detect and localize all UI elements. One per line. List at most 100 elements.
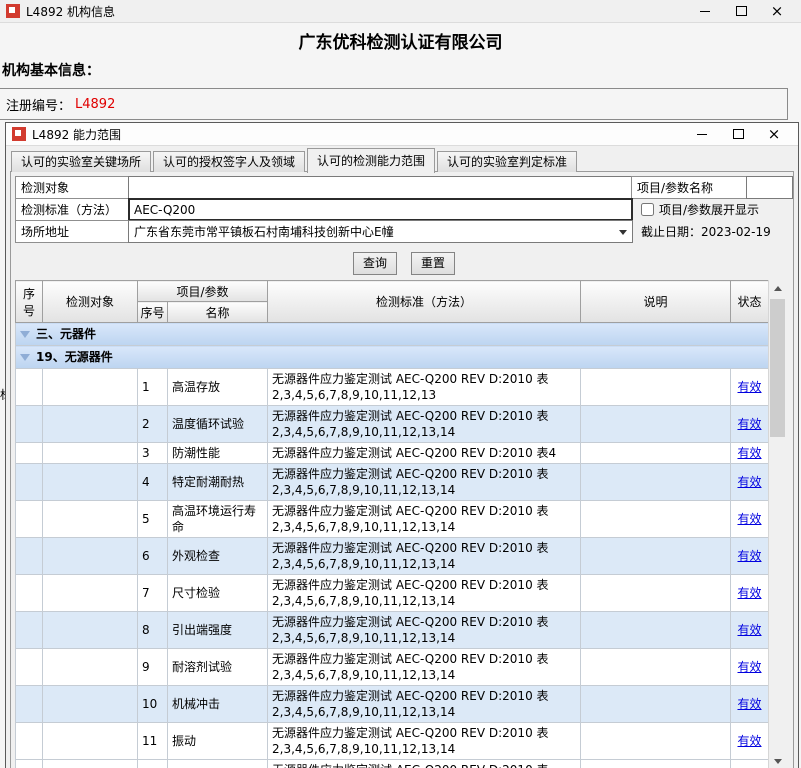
row-status-link[interactable]: 有效 — [738, 660, 762, 674]
query-button[interactable]: 查询 — [353, 252, 397, 275]
maximize-button[interactable] — [720, 123, 756, 145]
tab-authorized-signatories[interactable]: 认可的授权签字人及领域 — [153, 151, 305, 172]
row-standard: 无源器件应力鉴定测试 AEC-Q200 REV D:2010 表 2,3,4,5… — [268, 575, 581, 612]
row-status-link[interactable]: 有效 — [738, 586, 762, 600]
close-icon: × — [771, 4, 784, 19]
row-object-empty — [43, 443, 138, 464]
maximize-button[interactable] — [723, 0, 759, 22]
scroll-down-button[interactable] — [769, 753, 785, 768]
row-seq-empty — [16, 501, 43, 538]
object-label: 检测对象 — [15, 176, 129, 199]
row-status-link[interactable]: 有效 — [738, 549, 762, 563]
table-row: 3 防潮性能 无源器件应力鉴定测试 AEC-Q200 REV D:2010 表4… — [16, 443, 769, 464]
row-object-empty — [43, 501, 138, 538]
row-seq-empty — [16, 406, 43, 443]
row-seq-empty — [16, 760, 43, 768]
row-standard: 无源器件应力鉴定测试 AEC-Q200 REV D:2010 表 2,3,4,5… — [268, 464, 581, 501]
capability-titlebar[interactable]: L4892 能力范围 × — [6, 123, 798, 146]
expand-checkbox-group: 项目/参数展开显示 — [641, 198, 759, 221]
vertical-scrollbar[interactable] — [768, 280, 785, 768]
row-param-name: 高温存放 — [168, 369, 268, 406]
reset-button[interactable]: 重置 — [411, 252, 455, 275]
deadline-value: 2023-02-19 — [701, 225, 771, 239]
row-param-name: 尺寸检验 — [168, 575, 268, 612]
row-status-link[interactable]: 有效 — [738, 623, 762, 637]
row-status-link[interactable]: 有效 — [738, 697, 762, 711]
close-button[interactable]: × — [756, 123, 792, 145]
table-row: 2 温度循环试验 无源器件应力鉴定测试 AEC-Q200 REV D:2010 … — [16, 406, 769, 443]
row-param-seq: 1 — [138, 369, 168, 406]
standard-input[interactable] — [128, 198, 633, 221]
table-row: 9 耐溶剂试验 无源器件应力鉴定测试 AEC-Q200 REV D:2010 表… — [16, 649, 769, 686]
minimize-button[interactable] — [687, 0, 723, 22]
row-note — [581, 575, 731, 612]
tab-testing-capability[interactable]: 认可的检测能力范围 — [307, 148, 435, 173]
row-object-empty — [43, 649, 138, 686]
row-status-link[interactable]: 有效 — [738, 512, 762, 526]
row-note — [581, 369, 731, 406]
window-controls: × — [687, 0, 795, 22]
row-param-seq: 2 — [138, 406, 168, 443]
row-status-link[interactable]: 有效 — [738, 446, 762, 460]
scroll-up-button[interactable] — [769, 280, 785, 297]
scrollbar-thumb[interactable] — [770, 299, 785, 437]
row-object-empty — [43, 760, 138, 768]
minimize-icon — [697, 134, 707, 135]
row-standard: 无源器件应力鉴定测试 AEC-Q200 REV D:2010 表4 — [268, 443, 581, 464]
capability-window-title: L4892 能力范围 — [32, 126, 121, 143]
tab-lab-criteria[interactable]: 认可的实验室判定标准 — [437, 151, 577, 172]
institution-window-title: L4892 机构信息 — [26, 3, 115, 20]
row-status-cell: 有效 — [731, 538, 769, 575]
row-note — [581, 538, 731, 575]
group-row-components[interactable]: 三、元器件 — [16, 323, 769, 346]
row-status-link[interactable]: 有效 — [738, 380, 762, 394]
header-param-seq: 序号 — [138, 302, 168, 323]
expand-checkbox[interactable] — [641, 203, 654, 216]
capability-panel: 检测对象 项目/参数名称 检测标准（方法） 项目/参数展开显示 场所地址 广东省… — [10, 171, 794, 768]
row-status — [731, 760, 769, 768]
minimize-button[interactable] — [684, 123, 720, 145]
tab-lab-key-locations[interactable]: 认可的实验室关键场所 — [11, 151, 151, 172]
arrow-up-icon — [774, 286, 782, 291]
row-status-link[interactable]: 有效 — [738, 734, 762, 748]
row-param-seq — [138, 760, 168, 768]
row-seq-empty — [16, 443, 43, 464]
row-note — [581, 612, 731, 649]
maximize-icon — [736, 6, 747, 16]
row-standard: 无源器件应力鉴定测试 AEC-Q200 REV D:2010 表 2,3,4,5… — [268, 760, 581, 768]
row-seq-empty — [16, 538, 43, 575]
app-icon — [12, 127, 26, 141]
address-label: 场所地址 — [15, 220, 129, 243]
row-param-name: 外观检查 — [168, 538, 268, 575]
window-controls: × — [684, 123, 792, 145]
row-status-cell: 有效 — [731, 501, 769, 538]
row-note — [581, 723, 731, 760]
row-object-empty — [43, 686, 138, 723]
row-status-link[interactable]: 有效 — [738, 475, 762, 489]
row-param-name: 温度循环试验 — [168, 406, 268, 443]
row-status-cell: 有效 — [731, 443, 769, 464]
close-button[interactable]: × — [759, 0, 795, 22]
row-standard: 无源器件应力鉴定测试 AEC-Q200 REV D:2010 表 2,3,4,5… — [268, 538, 581, 575]
group-row-passive-devices[interactable]: 19、无源器件 — [16, 346, 769, 369]
address-select[interactable]: 广东省东莞市常平镇板石村南埔科技创新中心E幢 — [128, 220, 633, 243]
row-note — [581, 760, 731, 768]
collapse-triangle-icon[interactable] — [20, 331, 30, 338]
row-note — [581, 443, 731, 464]
chevron-down-icon — [619, 230, 627, 235]
object-input[interactable] — [128, 176, 633, 199]
param-name-input[interactable] — [746, 176, 793, 199]
app-icon — [6, 4, 20, 18]
table-row: 10 机械冲击 无源器件应力鉴定测试 AEC-Q200 REV D:2010 表… — [16, 686, 769, 723]
header-object: 检测对象 — [43, 281, 138, 323]
row-object-empty — [43, 369, 138, 406]
row-note — [581, 406, 731, 443]
collapse-triangle-icon[interactable] — [20, 354, 30, 361]
row-status-cell: 有效 — [731, 723, 769, 760]
row-status-cell: 有效 — [731, 575, 769, 612]
header-status: 状态 — [731, 281, 769, 323]
row-status-link[interactable]: 有效 — [738, 417, 762, 431]
institution-titlebar[interactable]: L4892 机构信息 × — [0, 0, 801, 23]
standard-label: 检测标准（方法） — [15, 198, 129, 221]
row-param-name: 防潮性能 — [168, 443, 268, 464]
